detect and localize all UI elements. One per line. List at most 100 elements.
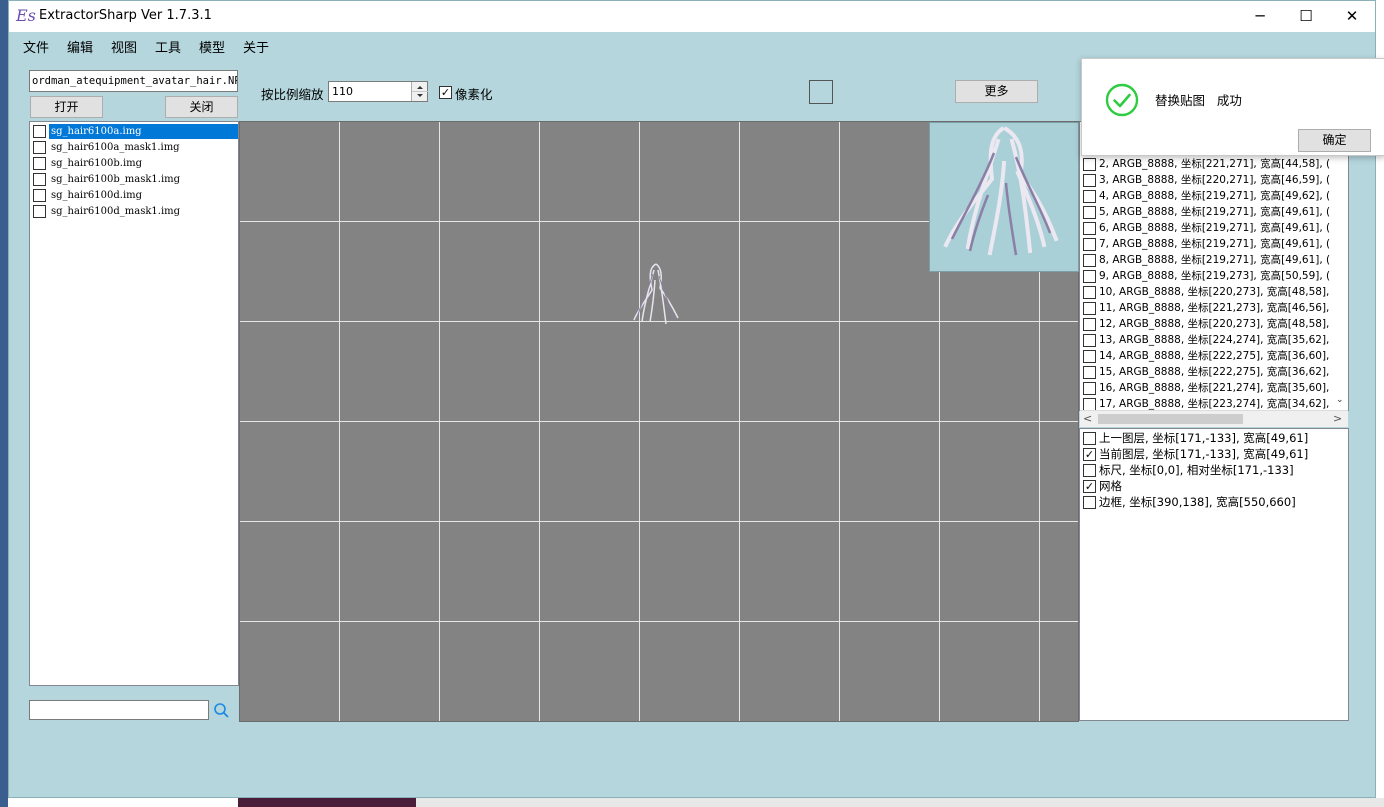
title-bar[interactable]: Es ExtractorSharp Ver 1.7.3.1 ─ ☐ ✕ (9, 1, 1375, 32)
menu-file[interactable]: 文件 (23, 37, 49, 56)
layer-checkbox[interactable] (1083, 222, 1096, 235)
close-file-button[interactable]: 关闭 (165, 96, 238, 118)
file-checkbox[interactable] (33, 157, 46, 170)
option-label: 标尺, 坐标[0,0], 相对坐标[171,-133] (1099, 463, 1294, 477)
zoom-spinner-buttons[interactable] (411, 82, 428, 101)
file-checkbox[interactable] (33, 141, 46, 154)
menu-about[interactable]: 关于 (243, 37, 269, 56)
layer-checkbox[interactable] (1083, 254, 1096, 267)
menu-edit[interactable]: 编辑 (67, 37, 93, 56)
layer-row[interactable]: 9, ARGB_8888, 坐标[219,273], 宽高[50,59], ( (1082, 268, 1348, 284)
desktop-background-strip (0, 0, 8, 807)
layer-row[interactable]: 7, ARGB_8888, 坐标[219,271], 宽高[49,61], ( (1082, 236, 1348, 252)
file-list-item[interactable]: sg_hair6100d_mask1.img (32, 204, 238, 220)
file-list-item[interactable]: sg_hair6100b.img (32, 156, 238, 172)
file-checkbox[interactable] (33, 125, 46, 138)
background-color-swatch[interactable] (809, 80, 833, 104)
layer-row[interactable]: 16, ARGB_8888, 坐标[221,274], 宽高[35,60], (1082, 380, 1348, 396)
layer-checkbox[interactable] (1083, 366, 1096, 379)
layer-checkbox[interactable] (1083, 286, 1096, 299)
layer-row[interactable]: 17, ARGB_8888, 坐标[223,274], 宽高[34,62], (1082, 396, 1348, 410)
layer-label: 4, ARGB_8888, 坐标[219,271], 宽高[49,62], ( (1099, 190, 1331, 202)
layer-label: 7, ARGB_8888, 坐标[219,271], 宽高[49,61], ( (1099, 238, 1331, 250)
file-list-item[interactable]: sg_hair6100b_mask1.img (32, 172, 238, 188)
layer-row[interactable]: 5, ARGB_8888, 坐标[219,271], 宽高[49,61], ( (1082, 204, 1348, 220)
menu-model[interactable]: 模型 (199, 37, 225, 56)
scroll-left-icon[interactable]: < (1083, 412, 1092, 425)
minimize-button[interactable]: ─ (1237, 1, 1283, 32)
layer-checkbox[interactable] (1083, 206, 1096, 219)
grid-line (639, 122, 640, 721)
search-input[interactable] (29, 700, 209, 720)
main-window: Es ExtractorSharp Ver 1.7.3.1 ─ ☐ ✕ 文件 编… (8, 0, 1384, 798)
search-icon[interactable] (212, 701, 232, 721)
layer-label: 14, ARGB_8888, 坐标[222,275], 宽高[36,60], (1099, 350, 1330, 362)
grid-line (240, 421, 1078, 422)
layer-row[interactable]: 12, ARGB_8888, 坐标[220,273], 宽高[48,58], (1082, 316, 1348, 332)
maximize-button[interactable]: ☐ (1283, 1, 1329, 32)
layer-checkbox[interactable] (1083, 302, 1096, 315)
file-list-item[interactable]: sg_hair6100d.img (32, 188, 238, 204)
option-label: 网格 (1099, 479, 1122, 493)
layer-row[interactable]: 6, ARGB_8888, 坐标[219,271], 宽高[49,61], ( (1082, 220, 1348, 236)
file-path-field[interactable]: ordman_atequipment_avatar_hair.NPK (29, 70, 238, 92)
grid-line (839, 122, 840, 721)
layer-list[interactable]: 2, ARGB_8888, 坐标[221,271], 宽高[44,58], ( … (1079, 121, 1349, 411)
option-checkbox[interactable] (1083, 496, 1096, 509)
layer-label: 11, ARGB_8888, 坐标[221,273], 宽高[46,56], (1099, 302, 1330, 314)
layer-checkbox[interactable] (1083, 158, 1096, 171)
layer-label: 8, ARGB_8888, 坐标[219,271], 宽高[49,61], ( (1099, 254, 1331, 266)
layer-row[interactable]: 15, ARGB_8888, 坐标[222,275], 宽高[36,62], (1082, 364, 1348, 380)
sprite-preview (929, 122, 1079, 272)
pixelate-checkbox[interactable]: ✓ (439, 86, 452, 99)
layer-checkbox[interactable] (1083, 174, 1096, 187)
file-list-item[interactable]: sg_hair6100a_mask1.img (32, 140, 238, 156)
option-checkbox[interactable]: ✓ (1083, 448, 1096, 461)
menu-bar: 文件 编辑 视图 工具 模型 关于 (9, 32, 1375, 58)
layer-checkbox[interactable] (1083, 350, 1096, 363)
horizontal-scrollbar[interactable]: < > (1080, 410, 1348, 427)
file-checkbox[interactable] (33, 205, 46, 218)
layer-checkbox[interactable] (1083, 382, 1096, 395)
layer-label: 15, ARGB_8888, 坐标[222,275], 宽高[36,62], (1099, 366, 1330, 378)
file-list[interactable]: sg_hair6100a.img sg_hair6100a_mask1.img … (29, 121, 239, 686)
scroll-down-icon[interactable]: ⌄ (1336, 395, 1348, 409)
grid-line (240, 521, 1078, 522)
more-button[interactable]: 更多 (955, 80, 1038, 103)
file-checkbox[interactable] (33, 173, 46, 186)
option-checkbox[interactable] (1083, 432, 1096, 445)
open-button[interactable]: 打开 (30, 96, 103, 118)
layer-checkbox[interactable] (1083, 270, 1096, 283)
file-list-item[interactable]: sg_hair6100a.img (32, 124, 238, 140)
layer-checkbox[interactable] (1083, 238, 1096, 251)
layer-checkbox[interactable] (1083, 334, 1096, 347)
file-checkbox[interactable] (33, 189, 46, 202)
layer-row[interactable]: 3, ARGB_8888, 坐标[220,271], 宽高[46,59], ( (1082, 172, 1348, 188)
layer-label: 12, ARGB_8888, 坐标[220,273], 宽高[48,58], (1099, 318, 1330, 330)
layer-row[interactable]: 8, ARGB_8888, 坐标[219,271], 宽高[49,61], ( (1082, 252, 1348, 268)
ok-button[interactable]: 确定 (1298, 129, 1371, 152)
file-name: sg_hair6100d.img (51, 190, 143, 201)
grid-line (240, 621, 1078, 622)
grid-line (739, 122, 740, 721)
layer-row[interactable]: 4, ARGB_8888, 坐标[219,271], 宽高[49,62], ( (1082, 188, 1348, 204)
menu-view[interactable]: 视图 (111, 37, 137, 56)
option-checkbox[interactable] (1083, 464, 1096, 477)
layer-row[interactable]: 11, ARGB_8888, 坐标[221,273], 宽高[46,56], (1082, 300, 1348, 316)
taskbar-fragment (238, 798, 416, 807)
layer-row[interactable]: 13, ARGB_8888, 坐标[224,274], 宽高[35,62], (1082, 332, 1348, 348)
menu-tools[interactable]: 工具 (155, 37, 181, 56)
layer-row[interactable]: 2, ARGB_8888, 坐标[221,271], 宽高[44,58], ( (1082, 156, 1348, 172)
close-window-button[interactable]: ✕ (1329, 1, 1375, 32)
layer-checkbox[interactable] (1083, 318, 1096, 331)
scrollbar-thumb[interactable] (1098, 414, 1243, 424)
scroll-right-icon[interactable]: > (1333, 412, 1342, 425)
layer-checkbox[interactable] (1083, 190, 1096, 203)
layer-row[interactable]: 10, ARGB_8888, 坐标[220,273], 宽高[48,58], (1082, 284, 1348, 300)
window-title: ExtractorSharp Ver 1.7.3.1 (39, 8, 212, 23)
success-dialog: 替换贴图 成功 确定 (1081, 58, 1384, 156)
layer-label: 5, ARGB_8888, 坐标[219,271], 宽高[49,61], ( (1099, 206, 1331, 218)
layer-label: 16, ARGB_8888, 坐标[221,274], 宽高[35,60], (1099, 382, 1330, 394)
layer-row[interactable]: 14, ARGB_8888, 坐标[222,275], 宽高[36,60], (1082, 348, 1348, 364)
option-checkbox[interactable]: ✓ (1083, 480, 1096, 493)
